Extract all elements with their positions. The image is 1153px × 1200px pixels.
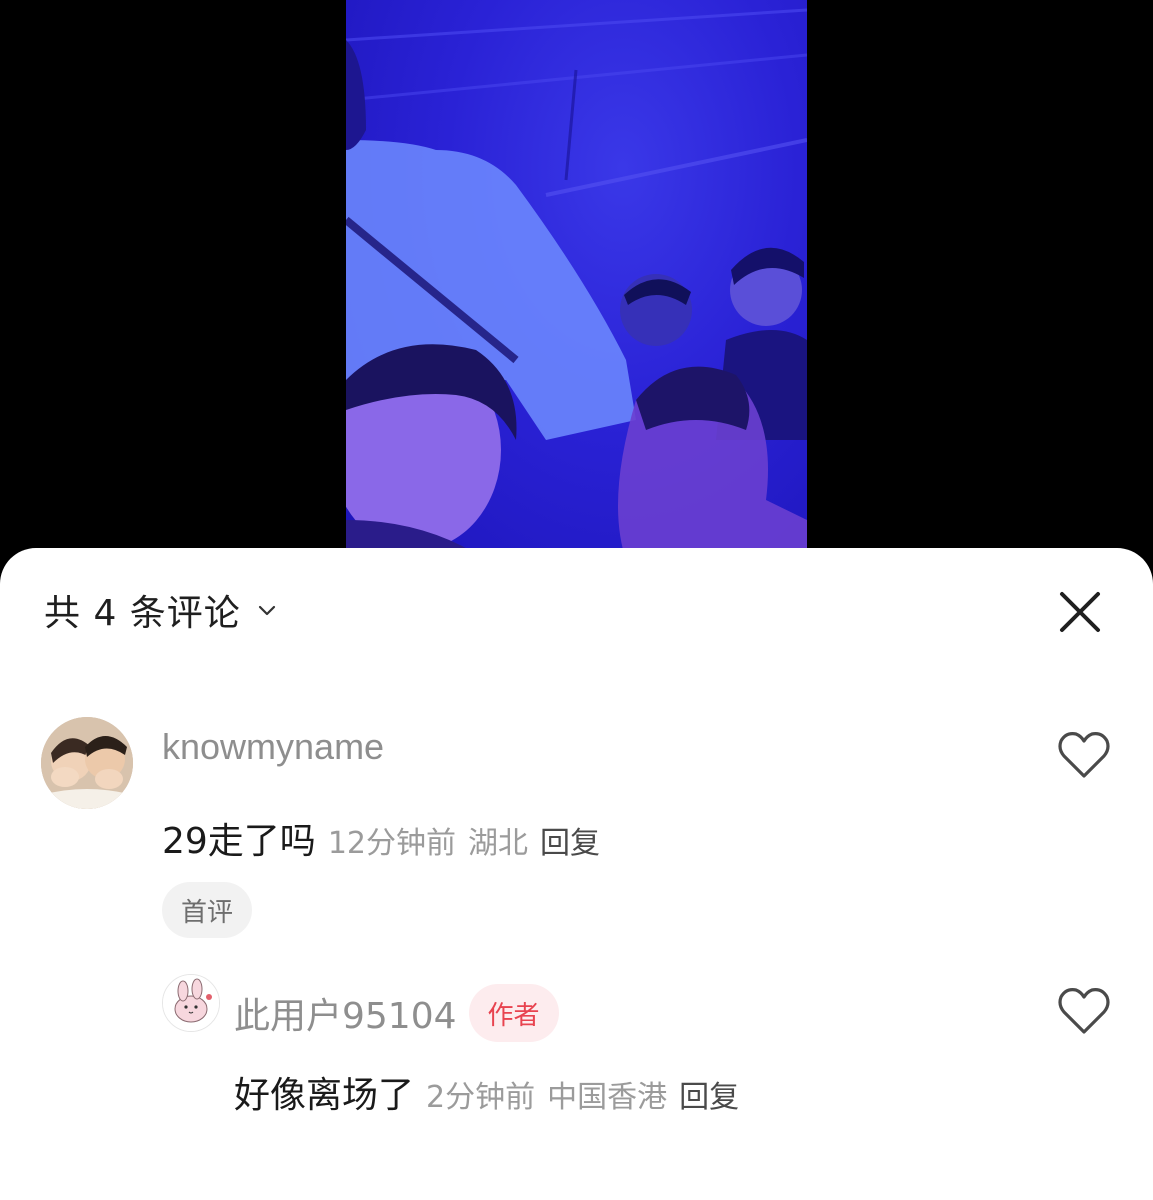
reply-avatar[interactable] (162, 974, 220, 1032)
reply-time: 2分钟前 (426, 1080, 536, 1115)
author-badge: 作者 (468, 984, 559, 1042)
comment-count-title: 共 4 条评论 (44, 593, 241, 634)
reply-username-row: 此用户95104 作者 (234, 984, 559, 1042)
chevron-down-icon (258, 605, 275, 616)
video-frame (346, 8, 807, 560)
reply-body-line: 好像离场了 2分钟前 中国香港 回复 (234, 1066, 739, 1118)
comment-count-toggle[interactable]: 共 4 条评论 (44, 584, 279, 636)
comment-body-line: 29走了吗 12分钟前 湖北 回复 (162, 812, 600, 864)
avatar-image (41, 717, 133, 809)
close-icon[interactable] (1052, 584, 1108, 640)
comment-text: 29走了吗 (162, 821, 316, 862)
avatar[interactable] (41, 717, 133, 809)
bunny-avatar-image (163, 975, 219, 1031)
screen: 共 4 条评论 knowmyname 29走了吗 12分钟前 湖北 回复 首评 (0, 0, 1153, 1200)
reply-text: 好像离场了 (234, 1075, 415, 1116)
reply-location: 中国香港 (547, 1080, 668, 1115)
heart-outline-icon[interactable] (1057, 986, 1111, 1036)
comment-username[interactable]: knowmyname (162, 726, 384, 768)
first-comment-badge: 首评 (162, 882, 252, 938)
heart-outline-icon[interactable] (1057, 730, 1111, 780)
comment-location: 湖北 (468, 826, 528, 861)
reply-button[interactable]: 回复 (679, 1072, 739, 1116)
reply-username[interactable]: 此用户95104 (234, 987, 457, 1039)
reply-button[interactable]: 回复 (540, 818, 600, 862)
video-player[interactable] (346, 0, 807, 560)
comment-time: 12分钟前 (327, 826, 456, 861)
